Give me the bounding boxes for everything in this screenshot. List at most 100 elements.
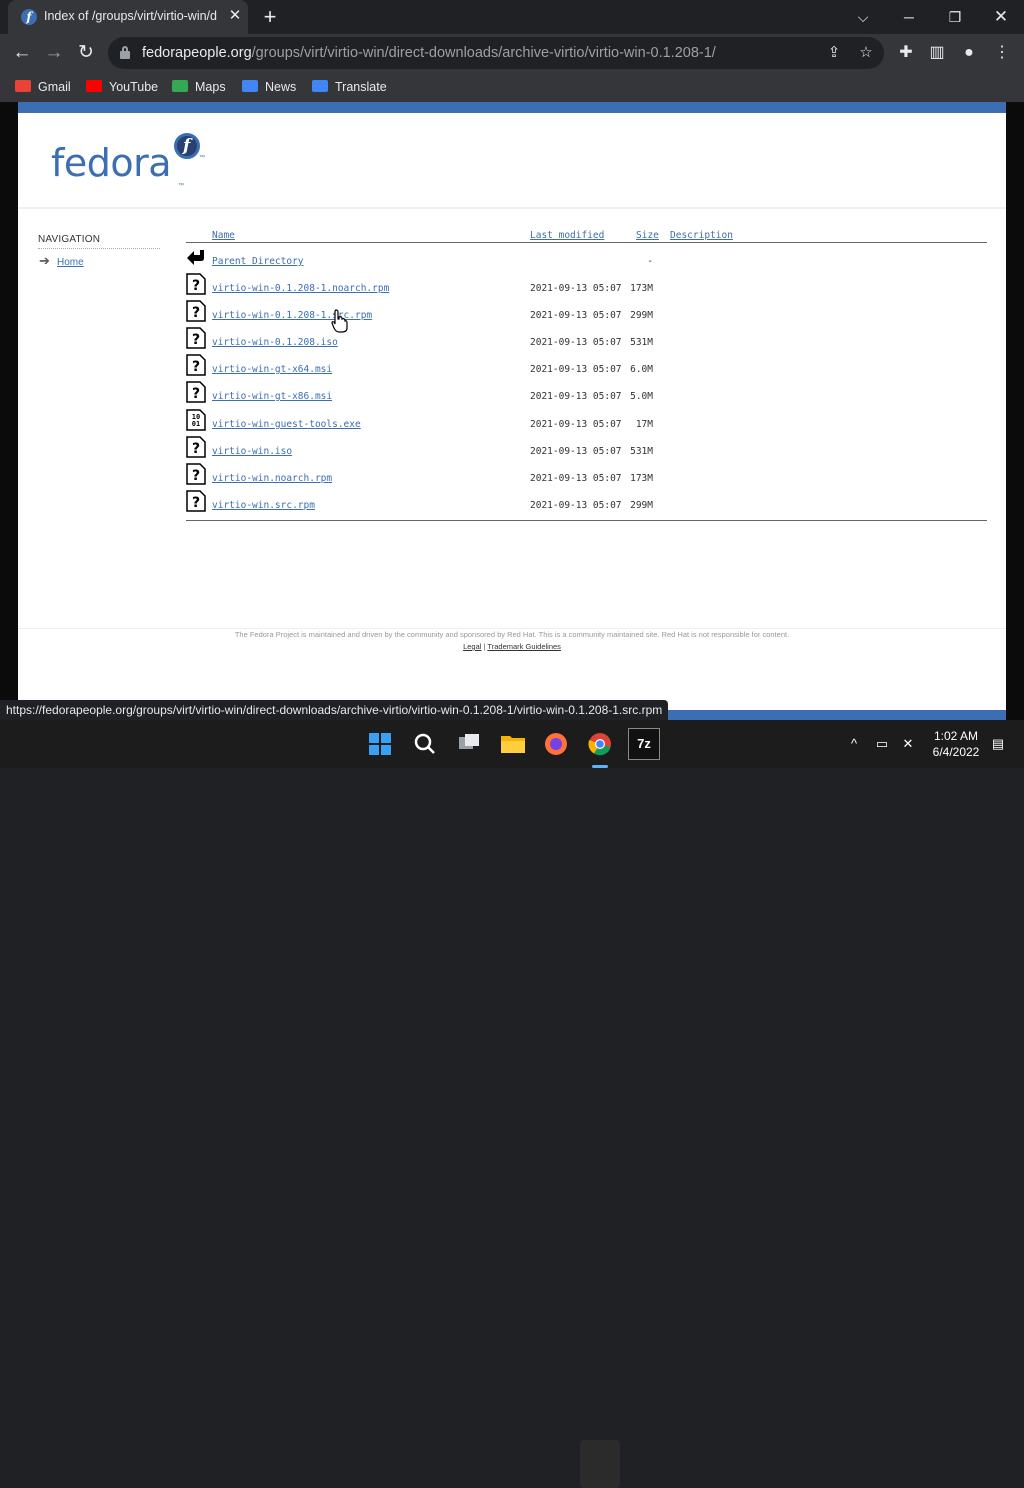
network-icon[interactable]: ▭ [872, 732, 892, 756]
file-link[interactable]: virtio-win.src.rpm [212, 500, 315, 511]
site-header: fedora f ™ ™ [18, 113, 1006, 209]
column-name-header[interactable]: Name [212, 230, 235, 241]
svg-text:?: ? [192, 495, 200, 511]
trademark-guidelines-link[interactable]: Trademark Guidelines [487, 642, 561, 651]
hand-cursor-icon [331, 309, 348, 333]
unknown-file-icon: ? [186, 463, 206, 485]
search-icon[interactable] [409, 728, 441, 760]
close-tab-icon[interactable]: ✕ [227, 8, 243, 24]
active-tab[interactable]: f Index of /groups/virt/virtio-win/d ✕ [8, 0, 248, 34]
size-cell: 531M [630, 337, 653, 348]
gmail-icon [15, 80, 31, 92]
svg-text:?: ? [192, 278, 200, 294]
side-panel-icon[interactable]: ▥ [923, 39, 951, 67]
bookmark-gmail[interactable]: Gmail [15, 77, 71, 97]
arrow-right-icon: ➔ [39, 253, 50, 268]
svg-text:?: ? [192, 441, 200, 457]
svg-text:?: ? [192, 386, 200, 402]
unknown-file-icon: ? [186, 490, 206, 512]
file-link[interactable]: virtio-win-0.1.208.iso [212, 337, 338, 348]
back-button[interactable]: ← [8, 39, 36, 67]
tab-title: Index of /groups/virt/virtio-win/d [44, 9, 217, 23]
footer-separator: | [483, 642, 486, 651]
windows-taskbar: 7z ^ ▭ ✕ 1:02 AM 6/4/2022 ▤ [0, 720, 1024, 1488]
bookmark-youtube[interactable]: YouTube [86, 77, 158, 97]
footer-text: The Fedora Project is maintained and dri… [234, 630, 790, 639]
size-cell: 6.0M [630, 364, 653, 375]
fedora-favicon-icon: f [21, 9, 37, 25]
svg-text:?: ? [192, 359, 200, 375]
chrome-active-highlight [580, 1440, 620, 1488]
parent-directory-link[interactable]: Parent Directory [212, 256, 304, 267]
header-rule [186, 242, 987, 243]
bookmark-news[interactable]: News [242, 77, 296, 97]
url-text[interactable]: fedorapeople.org/groups/virt/virtio-win/… [142, 45, 716, 61]
table-row: ? virtio-win-gt-x86.msi 2021-09-13 05:07… [186, 381, 987, 408]
forward-button[interactable]: → [40, 39, 68, 67]
table-row: ? virtio-win.src.rpm 2021-09-13 05:07 29… [186, 490, 987, 517]
clock-time: 1:02 AM [933, 729, 979, 743]
show-hidden-icons-chevron-icon[interactable]: ^ [844, 732, 864, 756]
column-modified-header[interactable]: Last modified [530, 230, 604, 241]
svg-text:?: ? [192, 332, 200, 348]
new-tab-button[interactable]: + [258, 5, 282, 29]
address-bar[interactable]: fedorapeople.org/groups/virt/virtio-win/… [108, 37, 884, 69]
task-view-icon[interactable] [453, 728, 485, 760]
unknown-file-icon: ? [186, 354, 206, 376]
clock-date: 6/4/2022 [932, 745, 980, 759]
profile-avatar-icon[interactable]: ● [955, 39, 983, 67]
link-status-bubble: https://fedorapeople.org/groups/virt/vir… [0, 700, 669, 720]
top-accent-bar [18, 102, 1006, 113]
size-cell: 5.0M [630, 391, 653, 402]
column-size-header[interactable]: Size [636, 230, 659, 241]
legal-link[interactable]: Legal [463, 642, 481, 651]
start-icon[interactable] [364, 728, 396, 760]
minimize-button[interactable]: ─ [896, 4, 922, 30]
file-link[interactable]: virtio-win-0.1.208-1.noarch.rpm [212, 283, 389, 294]
lock-icon[interactable] [120, 46, 130, 59]
file-link[interactable]: virtio-win.noarch.rpm [212, 473, 332, 484]
svg-text:?: ? [192, 305, 200, 321]
7zip-icon[interactable]: 7z [628, 728, 660, 760]
column-description-header[interactable]: Description [670, 230, 733, 241]
extensions-icon[interactable]: ✚ [892, 39, 920, 67]
volume-muted-icon[interactable]: ✕ [898, 732, 918, 756]
size-cell: 531M [630, 446, 653, 457]
table-row: ? virtio-win.iso 2021-09-13 05:07 531M [186, 436, 987, 463]
tab-strip: f Index of /groups/virt/virtio-win/d ✕ +… [0, 0, 1024, 34]
reload-button[interactable]: ↻ [72, 39, 100, 67]
restore-button[interactable]: ❐ [942, 4, 968, 30]
size-cell: 17M [635, 419, 653, 430]
close-window-button[interactable]: ✕ [988, 4, 1014, 30]
size-cell: - [647, 256, 653, 267]
bookmark-star-icon[interactable]: ☆ [854, 41, 878, 65]
maps-icon [172, 80, 188, 92]
menu-kebab-icon[interactable]: ⋮ [988, 39, 1016, 67]
bookmark-translate[interactable]: Translate [312, 77, 387, 97]
share-icon[interactable]: ⇪ [822, 41, 846, 65]
fedora-logo-icon[interactable]: f [174, 133, 200, 159]
file-link[interactable]: virtio-win.iso [212, 446, 292, 457]
unknown-file-icon: ? [186, 327, 206, 349]
size-cell: 299M [630, 500, 653, 511]
file-link[interactable]: virtio-win-gt-x64.msi [212, 364, 332, 375]
trademark-mark: ™ [199, 155, 205, 161]
tab-search-chevron-icon[interactable]: ⌵ [850, 4, 876, 30]
file-link[interactable]: virtio-win-guest-tools.exe [212, 419, 361, 430]
file-explorer-icon[interactable] [497, 728, 529, 760]
table-row: ? virtio-win-0.1.208-1.src.rpm 2021-09-1… [186, 300, 987, 327]
size-cell: 299M [630, 310, 653, 321]
footer-rule [186, 520, 987, 521]
table-row: ? virtio-win.noarch.rpm 2021-09-13 05:07… [186, 463, 987, 490]
notifications-icon[interactable]: ▤ [988, 732, 1008, 756]
home-link[interactable]: Home [57, 257, 84, 268]
unknown-file-icon: ? [186, 381, 206, 403]
taskbar-clock[interactable]: 1:02 AM 6/4/2022 [920, 728, 992, 760]
firefox-icon[interactable] [540, 728, 572, 760]
back-icon [187, 250, 204, 265]
bookmark-maps[interactable]: Maps [172, 77, 226, 97]
unknown-file-icon: ? [186, 436, 206, 458]
chrome-icon[interactable] [584, 728, 616, 760]
file-link[interactable]: virtio-win-gt-x86.msi [212, 391, 332, 402]
fedora-logo-text[interactable]: fedora [51, 141, 172, 185]
